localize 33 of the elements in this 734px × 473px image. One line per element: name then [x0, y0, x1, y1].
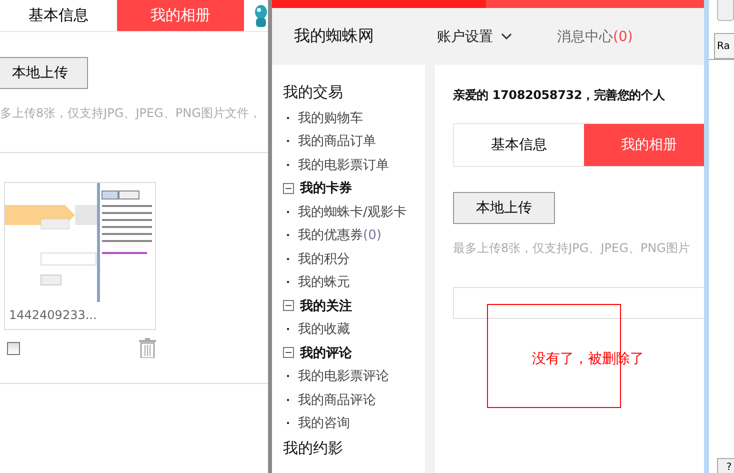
sidebar-link[interactable]: 我的商品评论: [298, 390, 376, 409]
account-settings-menu[interactable]: 账户设置: [437, 28, 512, 46]
sidebar-heading[interactable]: 我的评论: [300, 344, 352, 362]
photo-caption: 1442409233...: [8, 307, 98, 324]
sidebar-link[interactable]: 我的电影票订单: [298, 156, 389, 174]
sidebar-link[interactable]: 我的电影票评论: [298, 367, 389, 386]
site-title: 我的蜘蛛网: [294, 26, 374, 47]
checkbox[interactable]: [7, 342, 20, 354]
sidebar-heading[interactable]: 我的关注: [300, 296, 352, 315]
sidebar-link[interactable]: 我的收藏: [298, 320, 350, 338]
caret-icon: [501, 33, 512, 40]
tab[interactable]: Ra: [714, 33, 734, 59]
upload-hint: 多上传8张，仅支持JPG、JPEG、PNG图片文件，: [0, 105, 262, 122]
message-center-link[interactable]: 消息中心(0): [557, 28, 633, 46]
sidebar-link[interactable]: 我的购物车: [298, 108, 363, 127]
collapse-icon[interactable]: [283, 182, 294, 194]
greeting-text: 亲爱的 17082058732，完善您的个人: [453, 87, 666, 104]
mascot-icon: [254, 4, 268, 28]
sidebar-link[interactable]: 我的积分: [298, 250, 350, 268]
upload-button[interactable]: 本地上传: [453, 192, 555, 224]
sidebar-heading: 我的约影: [283, 438, 344, 459]
collapse-icon[interactable]: [283, 300, 294, 312]
sidebar-link[interactable]: 我的商品订单: [298, 132, 376, 150]
sidebar-heading[interactable]: 我的卡券: [300, 179, 352, 198]
sidebar-link[interactable]: 我的咨询: [298, 414, 350, 432]
collapse-icon[interactable]: [283, 347, 294, 358]
sidebar-link[interactable]: 我的蛛元: [298, 273, 350, 292]
sidebar-link[interactable]: 我的优惠券(0): [298, 226, 382, 244]
sidebar-link[interactable]: 我的蜘蛛卡/观影卡: [298, 202, 406, 221]
sidebar-heading: 我的交易: [283, 82, 344, 103]
upload-hint: 最多上传8张，仅支持JPG、JPEG、PNG图片: [453, 240, 691, 257]
upload-button[interactable]: 本地上传: [0, 57, 88, 89]
help-button[interactable]: ?: [717, 458, 734, 473]
